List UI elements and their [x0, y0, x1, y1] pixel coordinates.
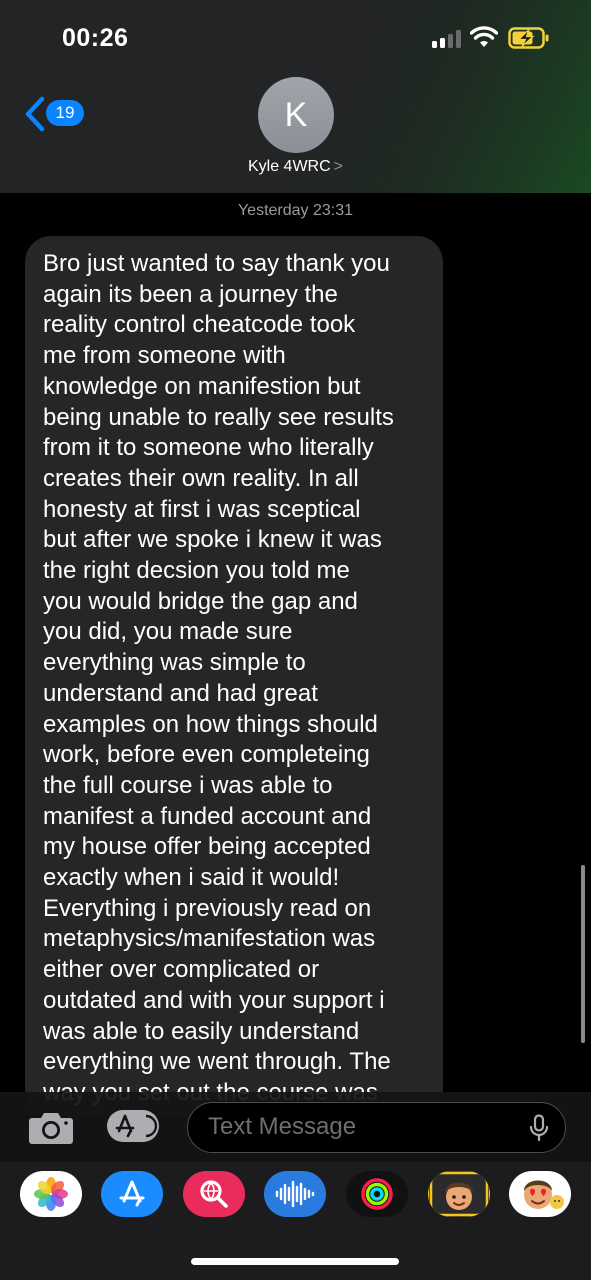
home-indicator[interactable] — [191, 1258, 399, 1265]
activity-app-icon[interactable] — [346, 1171, 408, 1217]
message-text: Bro just wanted to say thank you again i… — [43, 250, 394, 1106]
chevron-left-icon — [25, 96, 45, 132]
microphone-icon[interactable] — [529, 1114, 549, 1142]
app-store-icon — [119, 1180, 145, 1207]
scroll-indicator — [581, 865, 585, 1043]
message-composer — [0, 1092, 591, 1162]
incoming-message-bubble[interactable]: Bro just wanted to say thank you again i… — [25, 236, 443, 1116]
message-input[interactable] — [188, 1103, 508, 1151]
conversation-header: 00:26 19 K Kyle 4WRC > — [0, 0, 591, 193]
back-button[interactable]: 19 — [24, 96, 94, 132]
message-text-field[interactable] — [187, 1102, 566, 1153]
status-time: 00:26 — [62, 24, 129, 52]
battery-charging-icon — [508, 27, 549, 49]
app-store-app-icon[interactable] — [101, 1171, 163, 1217]
memoji-icon — [429, 1171, 489, 1217]
image-search-app-icon[interactable] — [183, 1171, 245, 1217]
apps-button-icon[interactable] — [106, 1109, 160, 1143]
memoji-stickers-app-icon[interactable] — [509, 1171, 571, 1217]
contact-name: Kyle 4WRC — [247, 158, 331, 175]
photos-icon — [34, 1177, 68, 1211]
cellular-signal-icon — [432, 30, 462, 48]
message-timestamp: Yesterday 23:31 — [237, 202, 354, 219]
photos-app-icon[interactable] — [20, 1171, 82, 1217]
memoji-stickers-icon — [524, 1180, 564, 1209]
audio-waveform-icon — [275, 1180, 315, 1208]
chevron-right-icon: > — [333, 158, 344, 175]
audio-message-app-icon[interactable] — [264, 1171, 326, 1217]
unread-count-badge: 19 — [46, 100, 84, 126]
image-search-icon — [200, 1180, 228, 1208]
contact-name-button[interactable]: Kyle 4WRC > — [0, 158, 591, 176]
activity-rings-icon — [361, 1178, 393, 1210]
camera-icon[interactable] — [28, 1109, 74, 1145]
memoji-app-icon[interactable] — [428, 1171, 490, 1217]
contact-avatar[interactable]: K — [258, 77, 334, 153]
wifi-icon — [470, 26, 498, 47]
